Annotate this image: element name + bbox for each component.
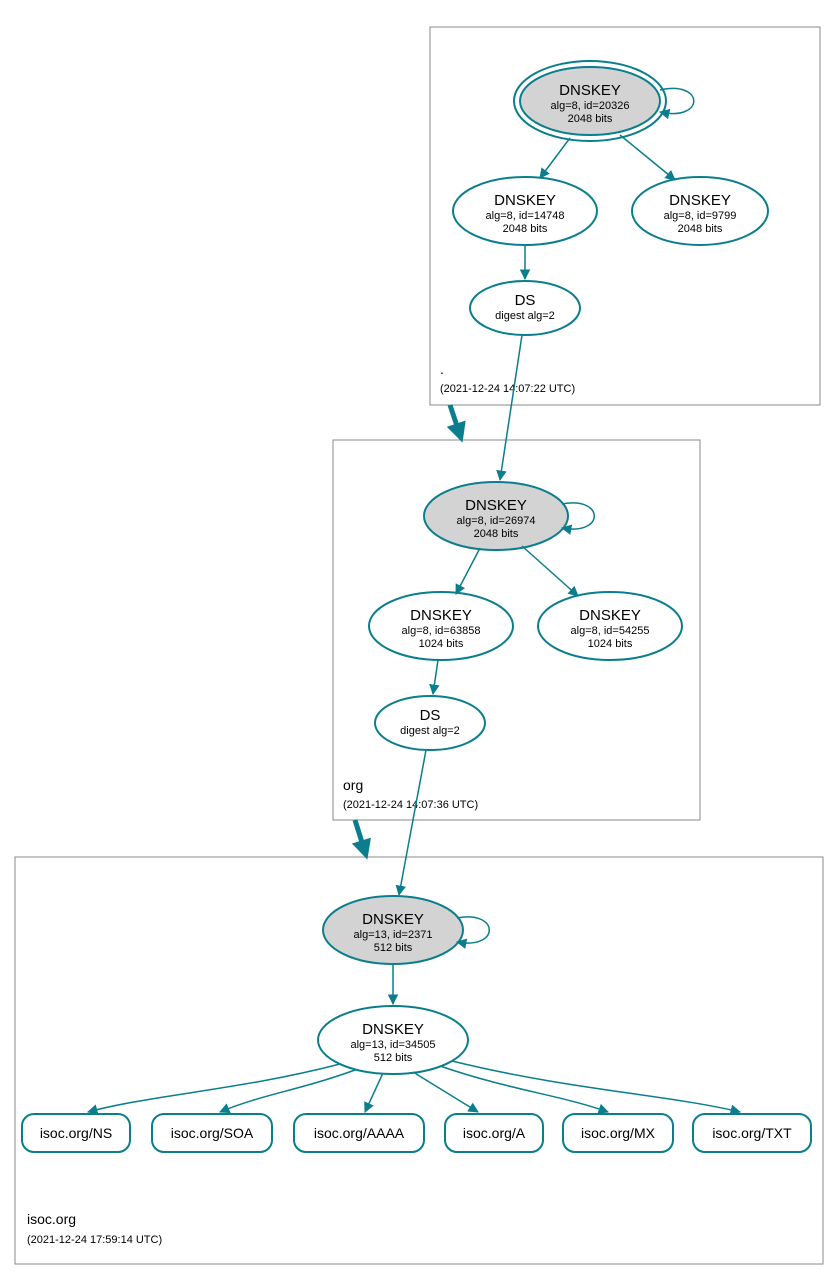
record-ns-label: isoc.org/NS — [40, 1125, 112, 1141]
node-org-ksk-bits: 2048 bits — [474, 528, 519, 540]
node-root-zsk1-bits: 2048 bits — [503, 223, 548, 235]
node-isoc-ksk-alg: alg=13, id=2371 — [354, 929, 433, 941]
node-org-zsk2: DNSKEY alg=8, id=54255 1024 bits — [538, 592, 682, 660]
node-org-zsk1-title: DNSKEY — [410, 607, 472, 624]
zone-isoc-timestamp: (2021-12-24 17:59:14 UTC) — [27, 1234, 162, 1246]
node-root-ksk-title: DNSKEY — [559, 82, 621, 99]
node-root-ksk-bits: 2048 bits — [568, 113, 613, 125]
zone-root-label: . — [440, 361, 444, 377]
edge-root-ksk-zsk1 — [540, 138, 570, 178]
node-root-ds: DS digest alg=2 — [470, 281, 580, 335]
node-org-zsk2-alg: alg=8, id=54255 — [571, 625, 650, 637]
node-org-ds-alg: digest alg=2 — [400, 725, 460, 737]
zone-org-timestamp: (2021-12-24 14:07:36 UTC) — [343, 799, 478, 811]
node-root-zsk1: DNSKEY alg=8, id=14748 2048 bits — [453, 177, 597, 245]
record-soa: isoc.org/SOA — [152, 1114, 272, 1152]
node-org-zsk2-title: DNSKEY — [579, 607, 641, 624]
record-soa-label: isoc.org/SOA — [171, 1125, 254, 1141]
dnssec-trust-graph: . (2021-12-24 14:07:22 UTC) DNSKEY alg=8… — [0, 0, 836, 1278]
node-isoc-ksk-title: DNSKEY — [362, 911, 424, 928]
node-root-ds-title: DS — [515, 292, 536, 309]
edge-org-ds-isoc-ksk — [399, 750, 426, 895]
zone-org-label: org — [343, 777, 363, 793]
edge-root-to-org-zone — [450, 405, 460, 435]
node-org-ds: DS digest alg=2 — [375, 696, 485, 750]
node-isoc-ksk-bits: 512 bits — [374, 942, 413, 954]
node-org-ds-title: DS — [420, 707, 441, 724]
edge-org-ksk-zsk2 — [522, 546, 578, 596]
node-org-zsk1-alg: alg=8, id=63858 — [402, 625, 481, 637]
record-txt-label: isoc.org/TXT — [712, 1125, 792, 1141]
edge-zsk-mx — [440, 1066, 608, 1112]
node-isoc-zsk: DNSKEY alg=13, id=34505 512 bits — [318, 1006, 468, 1074]
node-org-ksk: DNSKEY alg=8, id=26974 2048 bits — [424, 482, 568, 550]
node-isoc-zsk-title: DNSKEY — [362, 1021, 424, 1038]
edge-zsk-a — [413, 1072, 478, 1112]
zone-root-timestamp: (2021-12-24 14:07:22 UTC) — [440, 383, 575, 395]
record-mx-label: isoc.org/MX — [581, 1125, 656, 1141]
node-org-zsk1: DNSKEY alg=8, id=63858 1024 bits — [369, 592, 513, 660]
node-root-zsk1-alg: alg=8, id=14748 — [486, 210, 565, 222]
node-isoc-ksk: DNSKEY alg=13, id=2371 512 bits — [323, 896, 463, 964]
edge-zsk-txt — [452, 1061, 740, 1112]
edge-org-zsk1-ds — [433, 660, 438, 694]
record-mx: isoc.org/MX — [563, 1114, 673, 1152]
edge-root-ksk-zsk2 — [620, 135, 675, 180]
record-a-label: isoc.org/A — [463, 1125, 526, 1141]
node-org-zsk1-bits: 1024 bits — [419, 638, 464, 650]
node-root-zsk2-title: DNSKEY — [669, 192, 731, 209]
zone-isoc-label: isoc.org — [27, 1211, 76, 1227]
node-root-ksk: DNSKEY alg=8, id=20326 2048 bits — [514, 61, 666, 141]
record-txt: isoc.org/TXT — [693, 1114, 811, 1152]
node-org-zsk2-bits: 1024 bits — [588, 638, 633, 650]
node-root-zsk2-alg: alg=8, id=9799 — [664, 210, 737, 222]
node-root-zsk2-bits: 2048 bits — [678, 223, 723, 235]
edge-org-ksk-zsk1 — [456, 548, 480, 594]
node-isoc-zsk-alg: alg=13, id=34505 — [350, 1039, 435, 1051]
edge-root-ds-org-ksk — [500, 335, 522, 480]
node-isoc-zsk-bits: 512 bits — [374, 1052, 413, 1064]
node-root-ksk-alg: alg=8, id=20326 — [551, 100, 630, 112]
record-aaaa-label: isoc.org/AAAA — [314, 1125, 405, 1141]
edge-org-to-isoc-zone — [355, 820, 365, 852]
node-root-zsk1-title: DNSKEY — [494, 192, 556, 209]
record-aaaa: isoc.org/AAAA — [294, 1114, 424, 1152]
node-root-zsk2: DNSKEY alg=8, id=9799 2048 bits — [632, 177, 768, 245]
node-org-ksk-alg: alg=8, id=26974 — [457, 515, 536, 527]
record-ns: isoc.org/NS — [22, 1114, 130, 1152]
edge-zsk-aaaa — [365, 1073, 383, 1112]
edge-zsk-ns — [88, 1064, 340, 1112]
node-org-ksk-title: DNSKEY — [465, 497, 527, 514]
node-root-ds-alg: digest alg=2 — [495, 310, 555, 322]
record-a: isoc.org/A — [445, 1114, 543, 1152]
